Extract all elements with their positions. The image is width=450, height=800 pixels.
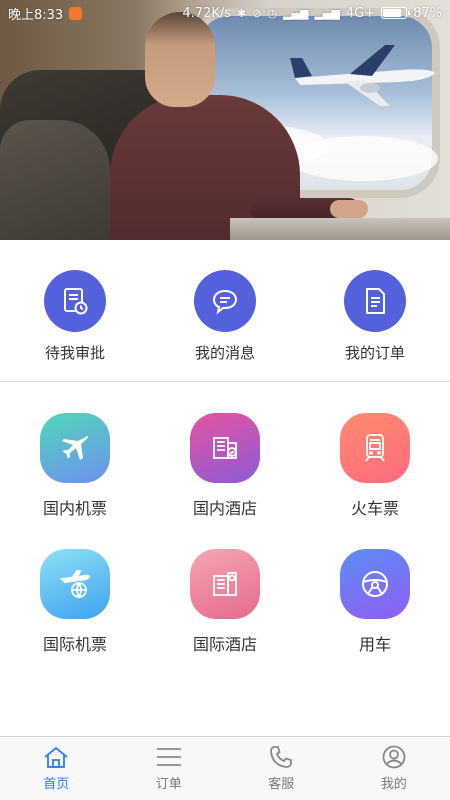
- service-train[interactable]: 火车票: [310, 413, 440, 519]
- seat-front: [0, 120, 110, 240]
- tab-service[interactable]: 客服: [225, 737, 338, 800]
- service-label: 国内酒店: [192, 499, 257, 518]
- airplane-illustration: [290, 45, 435, 106]
- tab-profile[interactable]: 我的: [338, 737, 450, 800]
- alarm-icon: ◷: [267, 6, 278, 20]
- passenger-head: [145, 12, 215, 107]
- signal-icon: ▂▄▆: [283, 6, 309, 20]
- tab-label: 首页: [43, 777, 70, 792]
- train-icon: [340, 413, 410, 483]
- bottom-tab-bar: 首页 订单 客服 我的: [0, 736, 450, 800]
- hero-banner[interactable]: [0, 0, 450, 240]
- quick-item-approval[interactable]: 待我审批: [15, 270, 135, 363]
- service-intl-hotel[interactable]: 国际酒店: [160, 549, 290, 655]
- airplane-icon: [40, 413, 110, 483]
- approval-clock-icon: [44, 270, 106, 332]
- notification-icon: [69, 6, 83, 20]
- phone-icon: [270, 746, 293, 768]
- building-icon: [190, 549, 260, 619]
- service-domestic-hotel[interactable]: 国内酒店: [160, 413, 290, 519]
- globe-airplane-icon: [40, 549, 110, 619]
- home-icon: [44, 746, 68, 768]
- service-car[interactable]: 用车: [310, 549, 440, 655]
- network-speed: 4.72K/s: [182, 5, 232, 21]
- service-label: 用车: [358, 635, 391, 654]
- user-icon: [382, 745, 406, 769]
- quick-item-messages[interactable]: 我的消息: [165, 270, 285, 363]
- chat-bubble-icon: [194, 270, 256, 332]
- battery-icon: [381, 7, 411, 19]
- service-label: 国内机票: [42, 499, 107, 518]
- hotel-icon: [190, 413, 260, 483]
- tab-orders[interactable]: 订单: [113, 737, 226, 800]
- tab-label: 我的: [380, 777, 407, 792]
- list-icon: [156, 748, 181, 766]
- network-type: 4G+: [345, 5, 376, 21]
- quick-item-orders[interactable]: 我的订单: [315, 270, 435, 363]
- quick-actions: 待我审批 我的消息 我的订单: [0, 240, 450, 382]
- tab-home[interactable]: 首页: [0, 737, 113, 800]
- mute-icon: ⊘: [252, 6, 262, 20]
- service-grid: 国内机票 国内酒店 火车票 国际机票 国际酒店 用车: [0, 383, 450, 735]
- quick-item-label: 待我审批: [44, 344, 105, 362]
- quick-item-label: 我的订单: [344, 344, 405, 362]
- signal-icon-2: ▂▄▆: [314, 6, 340, 20]
- tab-label: 客服: [268, 777, 295, 792]
- status-bar: 晚上8:33 4.72K/s ✱ ⊘ ◷ ▂▄▆ ▂▄▆ 4G+ 87%: [0, 0, 450, 26]
- status-time: 晚上8:33: [8, 7, 64, 23]
- tab-label: 订单: [155, 777, 182, 792]
- service-label: 火车票: [350, 499, 399, 518]
- service-label: 国际酒店: [192, 635, 257, 654]
- service-domestic-flight[interactable]: 国内机票: [10, 413, 140, 519]
- service-intl-flight[interactable]: 国际机票: [10, 549, 140, 655]
- service-label: 国际机票: [42, 635, 107, 654]
- tray-table: [230, 218, 450, 240]
- bluetooth-icon: ✱: [237, 6, 247, 20]
- steering-wheel-icon: [340, 549, 410, 619]
- passenger-hand: [330, 200, 368, 218]
- quick-item-label: 我的消息: [194, 344, 255, 362]
- battery-percent: 87%: [413, 5, 442, 21]
- order-document-icon: [344, 270, 406, 332]
